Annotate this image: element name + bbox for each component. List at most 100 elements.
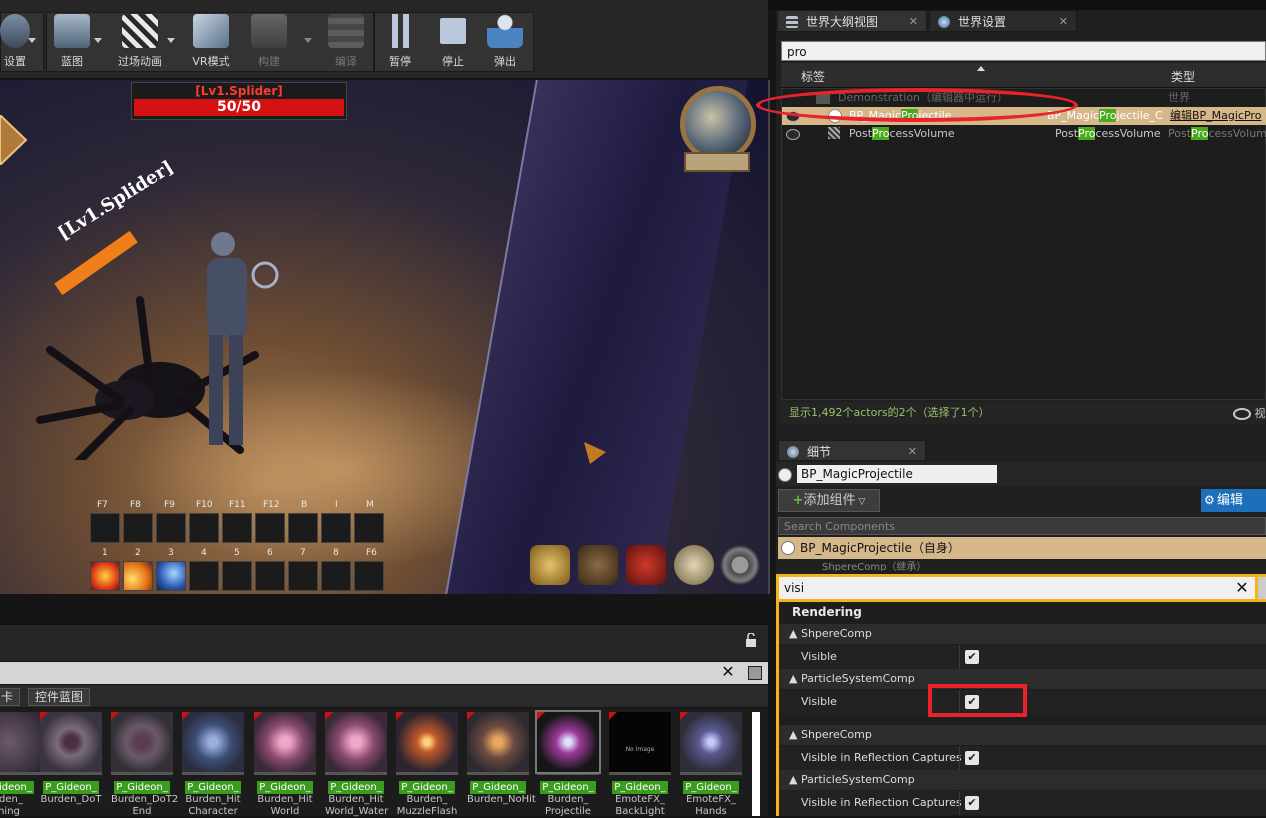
hotbar-slot-top[interactable] (90, 513, 120, 543)
asset-tile[interactable]: P_Gideon_ Burden_DoT2 End (111, 712, 178, 818)
close-icon[interactable]: ✕ (909, 11, 918, 33)
actor-sphere-icon (781, 541, 795, 555)
hotbar-slot-top[interactable] (222, 513, 252, 543)
eject-button[interactable]: 弹出 (476, 14, 534, 74)
hotbar-slot-bottom[interactable] (189, 561, 219, 591)
group-shpere-comp[interactable]: ▲ ShpereComp (779, 725, 1266, 745)
vr-mode-button[interactable]: VR模式 (182, 14, 240, 74)
edit-blueprint-link[interactable]: 编辑BP_MagicPro (1170, 107, 1261, 125)
cinematics-button[interactable]: 过场动画 (111, 14, 169, 74)
clear-search-icon[interactable]: ✕ (1232, 577, 1252, 599)
tab-world-outliner[interactable]: 世界大纲视图 ✕ (777, 10, 927, 32)
property-matrix-button[interactable] (1258, 577, 1266, 599)
viewport-footer (0, 624, 768, 661)
hotbar-slot-top[interactable] (255, 513, 285, 543)
asset-tile[interactable]: No Image P_Gideon_ EmoteFX_ BackLight (609, 712, 671, 818)
lock-icon[interactable] (744, 633, 758, 647)
outliner-column-header: 标签 类型 (781, 63, 1266, 88)
property-search-frame: visi ✕ (776, 574, 1266, 602)
settings-gear-icon[interactable] (720, 545, 760, 585)
property-search-input[interactable]: visi (779, 577, 1255, 599)
save-icon[interactable] (748, 666, 762, 680)
hotbar-slot-top[interactable] (189, 513, 219, 543)
close-icon[interactable]: ✕ (1059, 11, 1068, 33)
minimap[interactable] (674, 82, 756, 178)
skill-icon[interactable] (156, 561, 186, 591)
actor-name-input[interactable]: BP_MagicProjectile (797, 465, 997, 483)
tab-details[interactable]: 细节 ✕ (778, 440, 926, 461)
settings-button[interactable]: 设置 (0, 14, 44, 74)
hotbar-slot-bottom[interactable] (288, 561, 318, 591)
stop-button[interactable]: 停止 (424, 14, 482, 74)
hotbar-slot-bottom[interactable] (255, 561, 285, 591)
pause-button[interactable]: 暂停 (371, 14, 429, 74)
asset-tile[interactable]: P_Gideon_ Burden_ Projectile (535, 710, 601, 818)
group-particle-system-comp[interactable]: ▲ ParticleSystemComp (779, 770, 1266, 790)
hotbar-slot-top[interactable] (123, 513, 153, 543)
view-options-button[interactable]: 视 (1233, 405, 1266, 421)
component-row-self[interactable]: BP_MagicProjectile（自身） (778, 537, 1266, 559)
hotbar-slot-top[interactable] (321, 513, 351, 543)
asset-type-corner (254, 712, 262, 720)
hotbar-slot-top[interactable] (156, 513, 186, 543)
category-rendering[interactable]: Rendering (792, 605, 862, 619)
hotbar-slot-bottom[interactable] (321, 561, 351, 591)
chat-bubble-icon[interactable] (674, 545, 714, 585)
search-components-input[interactable]: Search Components (778, 517, 1266, 535)
hotbar-slot-top[interactable] (288, 513, 318, 543)
target-name: [Lv1.Splider] (195, 84, 283, 98)
asset-tile[interactable]: P_Gideon_ Burden_Hit World_Water (325, 712, 388, 818)
visible-checkbox[interactable]: ✔ (965, 650, 979, 664)
visible-in-reflection-checkbox[interactable]: ✔ (965, 751, 979, 765)
asset-tile[interactable]: P_Gideon_ Burden_DoT (40, 712, 102, 806)
plus-icon: + (792, 493, 804, 508)
eye-icon[interactable] (786, 129, 800, 140)
group-shpere-comp[interactable]: ▲ ShpereComp (779, 624, 1266, 644)
asset-tile[interactable]: P_Gideon_ EmoteFX_ Hands (680, 712, 742, 818)
hotkey-label: 1 (102, 548, 108, 558)
settings-caret-icon[interactable] (28, 38, 36, 43)
tab-widget-blueprint[interactable]: 控件蓝图 (28, 688, 91, 706)
hotbar-slot-bottom[interactable] (354, 561, 384, 591)
property-row-visible: Visible ✔ (779, 645, 1266, 669)
hotkey-label: 7 (300, 548, 306, 558)
spellbook-icon[interactable] (626, 545, 666, 585)
close-icon[interactable]: ✕ (908, 441, 917, 463)
edit-blueprint-button[interactable]: ⚙ 编辑 (1201, 489, 1266, 512)
helmet-icon[interactable] (530, 545, 570, 585)
blueprints-button[interactable]: 蓝图 (43, 14, 101, 74)
asset-scrollbar[interactable] (752, 712, 760, 816)
asset-tile[interactable]: P_Gideon_ Burden_ MuzzleFlash (396, 712, 458, 818)
outliner-search-input[interactable]: pro (781, 41, 1266, 61)
blueprints-caret-icon[interactable] (94, 38, 102, 43)
skill-icon[interactable] (90, 561, 120, 591)
tab-world-settings[interactable]: 世界设置 ✕ (929, 10, 1077, 32)
asset-tile[interactable]: P_Gideon_ Burden_NoHit (467, 712, 536, 806)
build-button[interactable]: 构建 (240, 14, 298, 74)
asset-type-corner (40, 712, 48, 720)
asset-name-line: P_Gideon_ (114, 781, 170, 794)
chest-icon[interactable] (578, 545, 618, 585)
build-caret-icon[interactable] (304, 38, 312, 43)
hotbar-slot-bottom[interactable] (222, 561, 252, 591)
skill-icon[interactable] (123, 561, 153, 591)
asset-name: P_Gideon_ Burden_DoT (40, 779, 102, 806)
asset-tile[interactable]: P_Gideon_ Burden_Hit Character (182, 712, 244, 818)
asset-tile[interactable]: P_Gideon_ Burden_Hit World (254, 712, 316, 818)
asset-tile[interactable]: _Gideon_rden_hing (0, 712, 40, 818)
component-row-partial[interactable]: ShpereComp（继承） (778, 561, 1266, 571)
asset-name-line: Burden_ (547, 794, 589, 805)
add-component-button[interactable]: +添加组件 ▽ (778, 489, 880, 512)
visible-in-reflection-checkbox[interactable]: ✔ (965, 796, 979, 810)
asset-type-corner (537, 712, 545, 720)
outliner-row-post-process-volume[interactable]: PostProcessVolume PostProcessVolume Post… (782, 125, 1266, 143)
column-type[interactable]: 类型 (1171, 68, 1195, 85)
hotbar-slot-top[interactable] (354, 513, 384, 543)
close-icon[interactable]: ✕ (720, 664, 736, 680)
compile-button[interactable]: 编译 (317, 14, 375, 74)
asset-name-line: Burden_Hit (257, 794, 313, 805)
tab-partial[interactable]: 卡 (0, 688, 21, 706)
column-label[interactable]: 标签 (801, 68, 825, 85)
asset-name-line: EmoteFX_ (686, 794, 736, 805)
cinematics-caret-icon[interactable] (167, 38, 175, 43)
